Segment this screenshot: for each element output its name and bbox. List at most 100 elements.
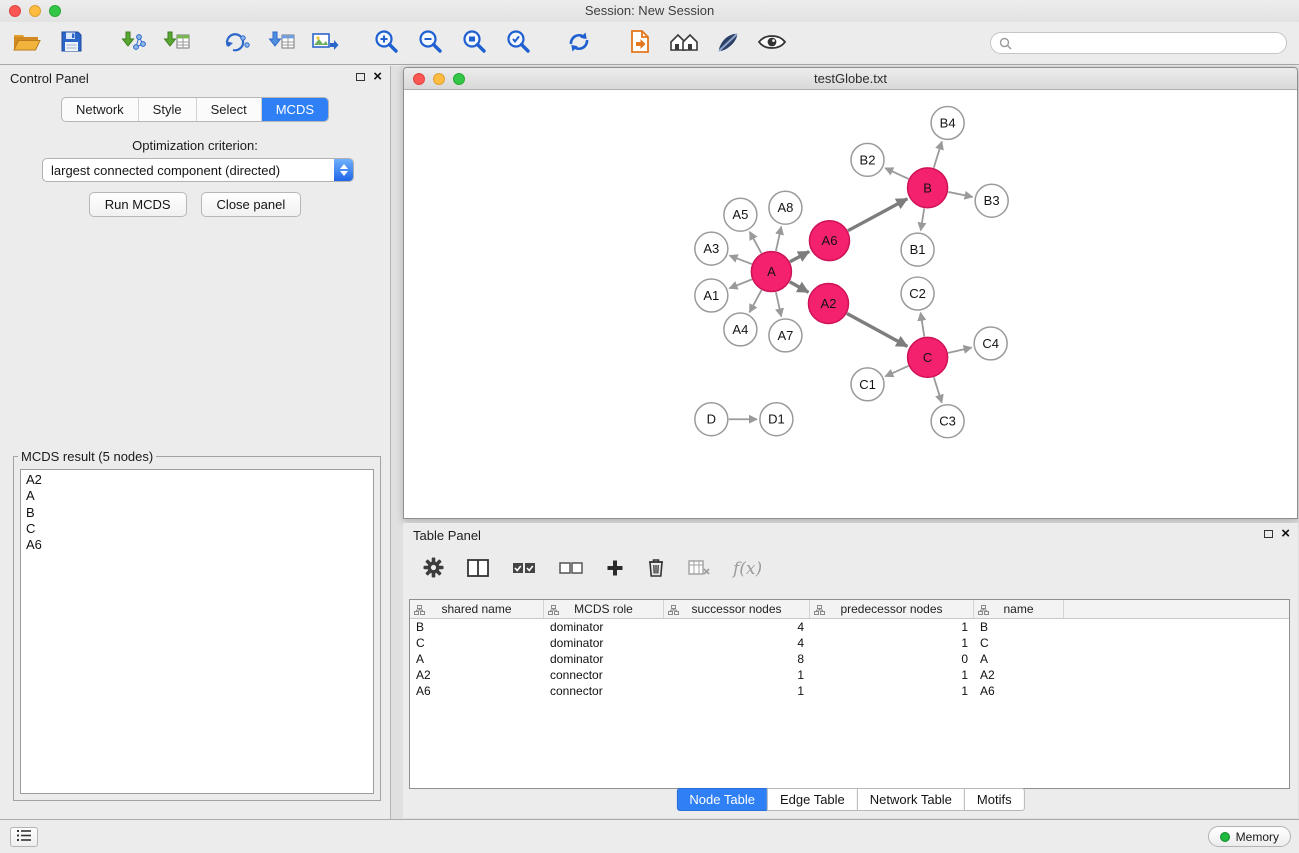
node-A4[interactable]: A4	[724, 313, 757, 346]
export-image-button[interactable]	[308, 27, 342, 59]
result-item[interactable]: C	[26, 521, 373, 537]
result-item[interactable]: A	[26, 488, 373, 504]
edge-B-B1[interactable]	[921, 208, 925, 230]
result-item[interactable]: B	[26, 505, 373, 521]
edge-A-A7[interactable]	[776, 292, 781, 316]
import-network-from-file-button[interactable]	[115, 27, 149, 59]
edge-C-C2[interactable]	[921, 313, 925, 337]
table-row[interactable]: Bdominator41B	[410, 619, 1289, 635]
node-A2[interactable]: A2	[808, 284, 848, 324]
result-item[interactable]: A2	[26, 472, 373, 488]
node-C2[interactable]: C2	[901, 277, 934, 310]
load-table-button[interactable]	[264, 27, 298, 59]
node-C3[interactable]: C3	[931, 405, 964, 438]
network-canvas[interactable]: B4B2BB3A5A8A6A3B1AC2A1A2A4A7C4CC1C3DD1	[404, 90, 1297, 518]
tab-node-table[interactable]: Node Table	[676, 788, 768, 811]
result-item[interactable]: A6	[26, 537, 373, 553]
tab-edge-table[interactable]: Edge Table	[767, 788, 858, 811]
save-session-button[interactable]	[54, 27, 88, 59]
node-A[interactable]: A	[751, 252, 791, 292]
float-panel-icon[interactable]	[1264, 530, 1273, 538]
edge-C-C4[interactable]	[948, 348, 971, 353]
edge-A-A5[interactable]	[750, 232, 762, 253]
run-mcds-button[interactable]: Run MCDS	[89, 192, 187, 217]
edge-A-A2[interactable]	[790, 282, 809, 292]
show-hide-view-button[interactable]	[755, 27, 789, 59]
edge-C-C1[interactable]	[885, 366, 908, 376]
memory-button[interactable]: Memory	[1208, 826, 1291, 847]
node-A8[interactable]: A8	[769, 191, 802, 224]
edge-A-A8[interactable]	[776, 227, 781, 251]
select-all-columns-button[interactable]	[512, 560, 536, 579]
close-window-button[interactable]	[9, 5, 21, 17]
edge-A-A4[interactable]	[750, 290, 762, 312]
open-session-button[interactable]	[10, 27, 44, 59]
column-header-name[interactable]: name	[974, 600, 1064, 618]
open-file-button[interactable]	[623, 27, 657, 59]
node-A7[interactable]: A7	[769, 319, 802, 352]
node-C4[interactable]: C4	[974, 327, 1007, 360]
node-B3[interactable]: B3	[975, 184, 1008, 217]
node-D[interactable]: D	[695, 403, 728, 436]
column-header-predecessor-nodes[interactable]: predecessor nodes	[810, 600, 974, 618]
node-B4[interactable]: B4	[931, 106, 964, 139]
delete-table-button[interactable]	[688, 560, 710, 579]
maximize-window-button[interactable]	[49, 5, 61, 17]
edge-A-A1[interactable]	[729, 279, 751, 288]
node-C1[interactable]: C1	[851, 368, 884, 401]
function-builder-button[interactable]: f(x)	[733, 559, 762, 579]
column-header-successor-nodes[interactable]: successor nodes	[664, 600, 810, 618]
table-row[interactable]: Adominator80A	[410, 651, 1289, 667]
node-A3[interactable]: A3	[695, 232, 728, 265]
import-table-from-file-button[interactable]	[159, 27, 193, 59]
edge-A-A6[interactable]	[790, 251, 809, 261]
edge-A-A3[interactable]	[730, 256, 752, 264]
zoom-selected-button[interactable]	[501, 27, 535, 59]
delete-columns-button[interactable]	[647, 557, 665, 581]
close-panel-icon[interactable]: ×	[1281, 527, 1290, 541]
zoom-in-button[interactable]	[369, 27, 403, 59]
edge-B-B2[interactable]	[885, 168, 908, 179]
optimization-criterion-dropdown[interactable]: largest connected component (directed)	[42, 158, 354, 182]
search-box[interactable]	[990, 32, 1287, 54]
node-D1[interactable]: D1	[760, 403, 793, 436]
column-header-MCDS-role[interactable]: MCDS role	[544, 600, 664, 618]
node-A6[interactable]: A6	[809, 221, 849, 261]
load-network-button[interactable]	[220, 27, 254, 59]
maximize-view-button[interactable]	[453, 73, 465, 85]
graphics-details-button[interactable]	[711, 27, 745, 59]
tab-mcds[interactable]: MCDS	[261, 98, 328, 121]
show-column-dialog-button[interactable]	[467, 559, 489, 580]
edge-A2-C[interactable]	[847, 314, 907, 347]
refresh-button[interactable]	[562, 27, 596, 59]
tab-style[interactable]: Style	[138, 98, 196, 121]
tab-network[interactable]: Network	[62, 98, 138, 121]
node-C[interactable]: C	[908, 337, 948, 377]
edge-C-C3[interactable]	[934, 377, 942, 402]
edge-B-B3[interactable]	[948, 192, 972, 197]
zoom-fit-button[interactable]	[457, 27, 491, 59]
close-panel-button[interactable]: Close panel	[201, 192, 302, 217]
close-panel-icon[interactable]: ×	[373, 70, 382, 84]
edge-A6-B[interactable]	[848, 199, 907, 231]
node-A5[interactable]: A5	[724, 198, 757, 231]
float-panel-icon[interactable]	[356, 73, 365, 81]
node-B2[interactable]: B2	[851, 143, 884, 176]
home-button[interactable]	[667, 27, 701, 59]
tab-motifs[interactable]: Motifs	[964, 788, 1025, 811]
column-header-shared-name[interactable]: shared name	[410, 600, 544, 618]
create-new-column-button[interactable]	[606, 559, 624, 580]
minimize-window-button[interactable]	[29, 5, 41, 17]
tab-select[interactable]: Select	[196, 98, 261, 121]
zoom-out-button[interactable]	[413, 27, 447, 59]
minimize-view-button[interactable]	[433, 73, 445, 85]
node-B1[interactable]: B1	[901, 233, 934, 266]
status-menu-button[interactable]	[10, 827, 38, 847]
edge-B-B4[interactable]	[934, 142, 942, 168]
table-settings-button[interactable]	[423, 557, 444, 581]
table-row[interactable]: A6connector11A6	[410, 683, 1289, 699]
tab-network-table[interactable]: Network Table	[857, 788, 965, 811]
unselect-all-columns-button[interactable]	[559, 560, 583, 579]
node-B[interactable]: B	[908, 168, 948, 208]
table-row[interactable]: A2connector11A2	[410, 667, 1289, 683]
